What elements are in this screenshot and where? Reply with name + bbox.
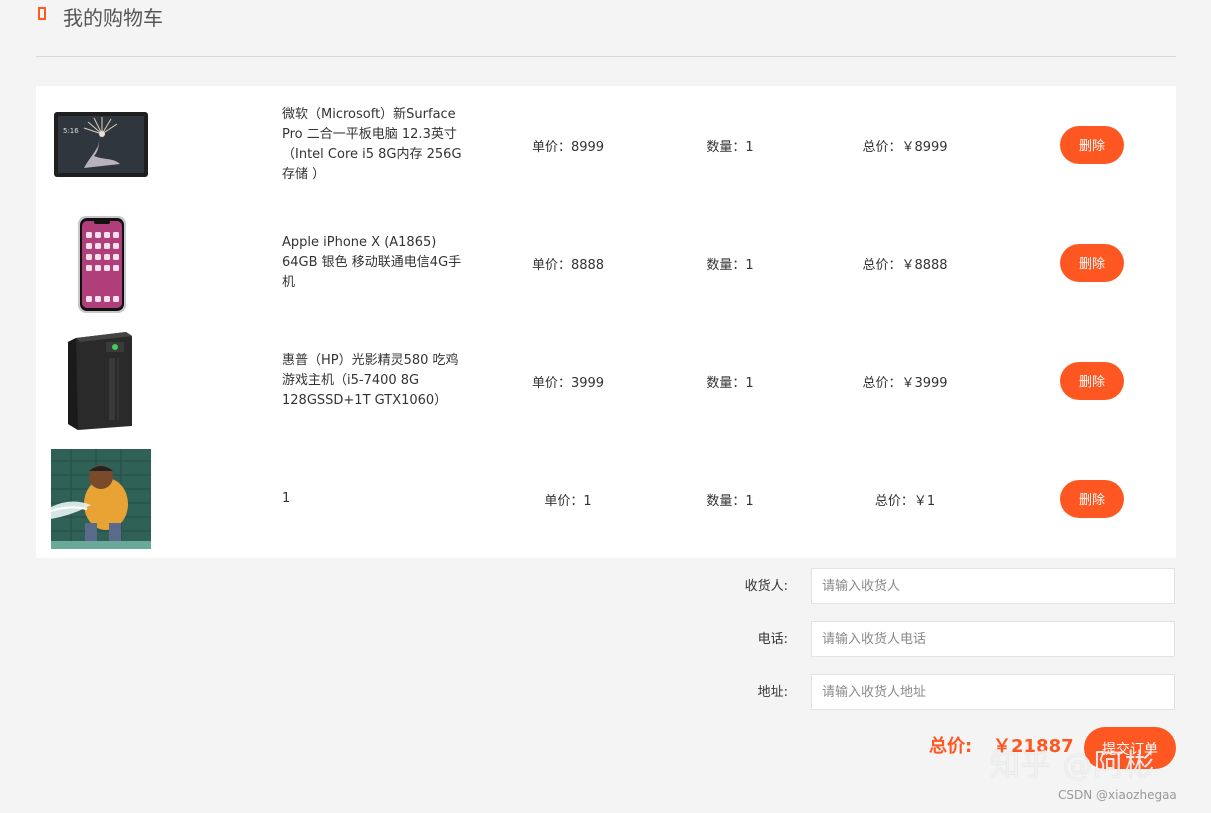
meme-image [51, 449, 151, 549]
receiver-input[interactable] [811, 568, 1175, 604]
item-unit-price: 单价：8888 [531, 258, 605, 273]
zhihu-watermark: 知乎 @阿彬 [990, 748, 1156, 783]
svg-text:5:16: 5:16 [63, 127, 79, 135]
item-unit-price: 单价：1 [544, 494, 592, 509]
cart-row: Apple iPhone X (A1865) 64GB 银色 移动联通电信4G手… [36, 204, 1176, 322]
delete-button[interactable]: 删除 [1060, 480, 1124, 518]
page-title: 我的购物车 [63, 6, 163, 30]
item-total: 总价：￥1 [874, 494, 936, 509]
cart-header-icon [38, 7, 46, 20]
hp-desktop-image [68, 332, 132, 430]
delete-button[interactable]: 删除 [1060, 362, 1124, 400]
item-quantity: 数量：1 [706, 258, 754, 273]
cart-list: 5:16 微软（Microsoft）新Surface Pro 二合一平板电脑 1… [36, 86, 1176, 558]
item-name: 惠普（HP）光影精灵580 吃鸡游戏主机（i5-7400 8G 128GSSD+… [282, 353, 459, 408]
delete-button[interactable]: 删除 [1060, 244, 1124, 282]
item-quantity: 数量：1 [706, 494, 754, 509]
address-label: 地址: [757, 685, 788, 700]
iphone-x-image [78, 216, 126, 313]
receiver-label: 收货人: [744, 579, 788, 594]
delete-button[interactable]: 删除 [1060, 126, 1124, 164]
receiver-row: 收货人: [620, 568, 1176, 606]
address-input[interactable] [811, 674, 1175, 710]
item-name: 微软（Microsoft）新Surface Pro 二合一平板电脑 12.3英寸… [282, 107, 462, 182]
cart-row: 1 单价：1 数量：1 总价：￥1 删除 [36, 440, 1176, 558]
surface-pro-image: 5:16 [54, 112, 148, 177]
item-total: 总价：￥8999 [862, 140, 948, 155]
item-quantity: 数量：1 [706, 140, 754, 155]
csdn-watermark: CSDN @xiaozhegaa [1058, 788, 1177, 802]
cart-row: 5:16 微软（Microsoft）新Surface Pro 二合一平板电脑 1… [36, 86, 1176, 204]
phone-label: 电话: [757, 632, 788, 647]
item-total: 总价：￥3999 [862, 376, 948, 391]
item-unit-price: 单价：3999 [531, 376, 605, 391]
page-header: 我的购物车 [36, 0, 1176, 57]
item-total: 总价：￥8888 [862, 258, 948, 273]
cart-row: 惠普（HP）光影精灵580 吃鸡游戏主机（i5-7400 8G 128GSSD+… [36, 322, 1176, 440]
item-unit-price: 单价：8999 [531, 140, 605, 155]
phone-input[interactable] [811, 621, 1175, 657]
item-name: 1 [282, 491, 291, 506]
phone-row: 电话: [620, 621, 1176, 659]
item-quantity: 数量：1 [706, 376, 754, 391]
address-row: 地址: [620, 674, 1176, 712]
order-total-label: 总价: [929, 736, 973, 757]
item-name: Apple iPhone X (A1865) 64GB 银色 移动联通电信4G手… [282, 235, 462, 290]
